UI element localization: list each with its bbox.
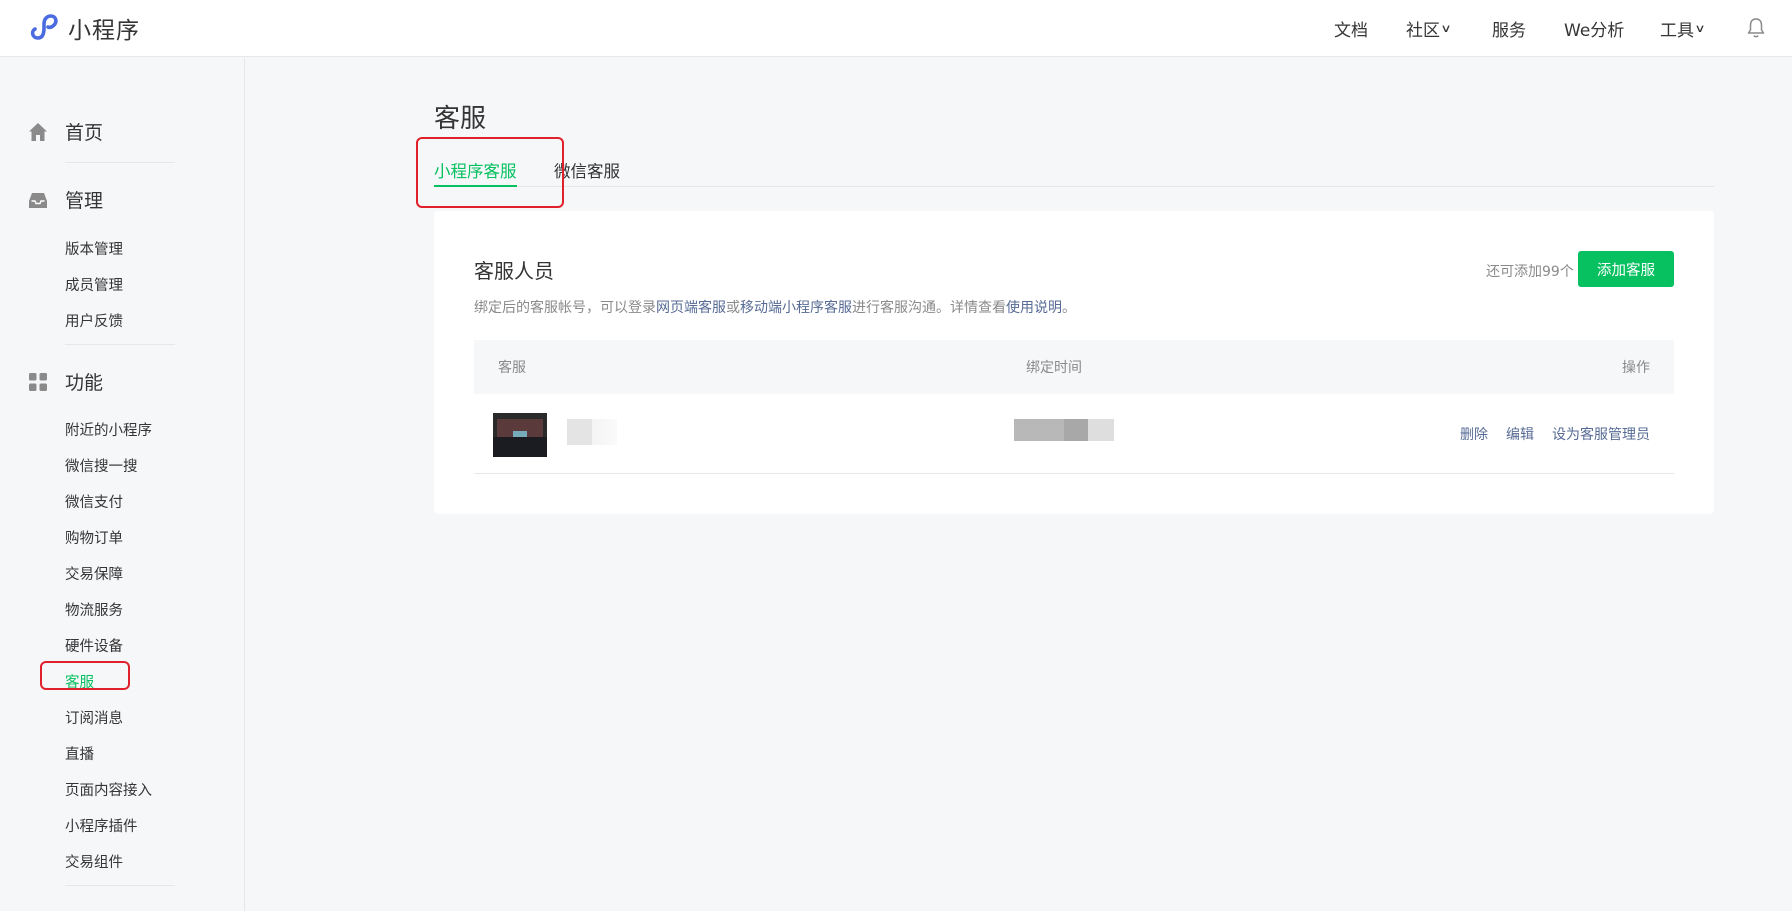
logo[interactable]: 小程序	[28, 11, 140, 45]
nav-tools[interactable]: 工具 ∨	[1660, 0, 1706, 56]
avatar	[493, 409, 547, 457]
table-row: 删除 编辑 设为客服管理员	[474, 394, 1674, 474]
bell-icon[interactable]	[1746, 17, 1766, 39]
inbox-icon	[29, 192, 47, 208]
sidebar-item-page-content[interactable]: 页面内容接入	[65, 779, 152, 800]
edit-button[interactable]: 编辑	[1506, 424, 1534, 444]
desc-text: 。	[1062, 300, 1076, 316]
page-title: 客服	[434, 104, 487, 134]
home-icon	[29, 122, 47, 141]
nav-community-label: 社区	[1406, 20, 1440, 41]
nav-we-analytics[interactable]: We分析	[1564, 0, 1624, 56]
header-bind-time: 绑定时间	[1026, 360, 1082, 376]
desc-text: 或	[726, 300, 740, 316]
top-bar: 小程序 文档 社区 ∨ 服务 We分析 工具 ∨	[0, 0, 1792, 57]
card-title: 客服人员	[474, 259, 554, 283]
table-header: 客服 绑定时间 操作	[474, 340, 1674, 394]
nav-docs-label: 文档	[1334, 20, 1368, 41]
header-actions: 操作	[1622, 360, 1650, 376]
set-admin-button[interactable]: 设为客服管理员	[1552, 424, 1650, 444]
sidebar-item-trade-protection[interactable]: 交易保障	[65, 563, 123, 584]
sidebar-item-trade-component[interactable]: 交易组件	[65, 851, 123, 872]
sidebar-item-shopping-orders[interactable]: 购物订单	[65, 527, 123, 548]
sidebar-section-features-label: 功能	[65, 372, 104, 394]
sidebar-item-subscribe-message[interactable]: 订阅消息	[65, 707, 123, 728]
agent-name-redacted	[567, 419, 617, 445]
divider	[65, 162, 175, 163]
highlight-box-tab	[416, 137, 564, 208]
header-agent: 客服	[498, 360, 526, 376]
sidebar-item-wechat-search[interactable]: 微信搜一搜	[65, 455, 138, 476]
sidebar-item-live[interactable]: 直播	[65, 743, 94, 764]
sidebar-section-manage-label: 管理	[65, 190, 104, 212]
desc-text: 进行客服沟通。详情查看	[852, 300, 1006, 316]
sidebar-item-home-label: 首页	[65, 122, 104, 144]
add-service-button[interactable]: 添加客服	[1578, 251, 1674, 287]
sidebar-item-wechat-pay[interactable]: 微信支付	[65, 491, 123, 512]
nav-tools-label: 工具	[1660, 20, 1694, 41]
nav-community[interactable]: 社区 ∨	[1406, 0, 1452, 56]
miniprogram-logo-icon	[30, 14, 58, 40]
nav-services-label: 服务	[1492, 20, 1526, 41]
chevron-down-icon: ∨	[1440, 21, 1452, 35]
sidebar-item-nearby-miniprogram[interactable]: 附近的小程序	[65, 419, 152, 440]
nav-docs[interactable]: 文档	[1334, 0, 1368, 56]
desc-text: 绑定后的客服帐号，可以登录	[474, 300, 656, 316]
chevron-down-icon: ∨	[1694, 21, 1706, 35]
web-service-link[interactable]: 网页端客服	[656, 300, 726, 316]
remaining-quota: 还可添加99个	[1486, 264, 1574, 280]
divider	[65, 885, 175, 886]
delete-button[interactable]: 删除	[1460, 424, 1488, 444]
sidebar-item-plugins[interactable]: 小程序插件	[65, 815, 138, 836]
usage-guide-link[interactable]: 使用说明	[1006, 300, 1062, 316]
grid-icon	[29, 372, 47, 391]
service-staff-card: 客服人员 绑定后的客服帐号，可以登录网页端客服或移动端小程序客服进行客服沟通。详…	[434, 211, 1714, 514]
app-name: 小程序	[68, 18, 140, 44]
nav-services[interactable]: 服务	[1492, 0, 1526, 56]
mobile-service-link[interactable]: 移动端小程序客服	[740, 300, 852, 316]
sidebar-item-version-management[interactable]: 版本管理	[65, 238, 123, 259]
nav-we-analytics-label: We分析	[1564, 20, 1625, 41]
sidebar-section-manage[interactable]: 管理	[28, 186, 103, 213]
highlight-box-sidebar	[40, 661, 130, 690]
divider	[65, 344, 175, 345]
sidebar-section-features[interactable]: 功能	[28, 368, 103, 395]
tab-bar: 小程序客服 微信客服	[434, 158, 1714, 187]
sidebar-item-member-management[interactable]: 成员管理	[65, 274, 123, 295]
card-description: 绑定后的客服帐号，可以登录网页端客服或移动端小程序客服进行客服沟通。详情查看使用…	[474, 297, 1076, 317]
sidebar: 首页 管理 版本管理 成员管理 用户反馈 功能 附近的小程序 微信搜一搜 微信支…	[0, 58, 245, 911]
sidebar-item-hardware[interactable]: 硬件设备	[65, 635, 123, 656]
bind-time-redacted	[1014, 419, 1114, 441]
sidebar-item-logistics[interactable]: 物流服务	[65, 599, 123, 620]
sidebar-item-home[interactable]: 首页	[28, 118, 103, 145]
sidebar-item-user-feedback[interactable]: 用户反馈	[65, 310, 123, 331]
